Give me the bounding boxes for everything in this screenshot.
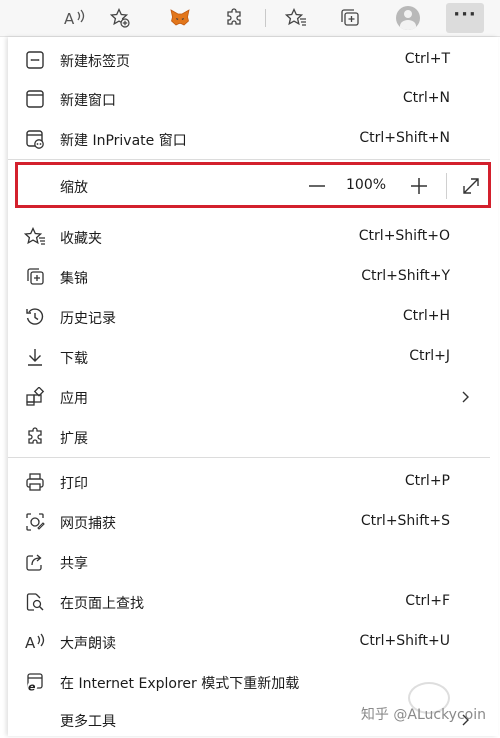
menu-item-history[interactable]: 历史记录 Ctrl+H [8, 299, 490, 335]
menu-item-share[interactable]: 共享 [8, 544, 490, 580]
settings-menu: 新建标签页 Ctrl+T 新建窗口 Ctrl+N 新建 InPrivate 窗口… [8, 37, 498, 736]
menu-label: 收藏夹 [60, 231, 102, 247]
zoom-value: 100% [346, 177, 387, 193]
collections-icon [24, 267, 46, 287]
svg-text:A: A [64, 10, 75, 28]
menu-label: 应用 [60, 391, 88, 407]
menu-label: 新建 InPrivate 窗口 [60, 133, 187, 149]
collections-icon[interactable] [334, 3, 366, 33]
menu-label: 新建窗口 [60, 93, 116, 109]
find-on-page-icon [24, 592, 46, 612]
ie-mode-icon: e [24, 672, 46, 692]
read-aloud-icon[interactable]: A [58, 3, 90, 33]
favorites-icon [24, 227, 46, 247]
inprivate-window-icon [24, 129, 46, 149]
menu-shortcut: Ctrl+J [409, 348, 450, 364]
history-icon [24, 307, 46, 327]
menu-label: 历史记录 [60, 311, 116, 327]
avatar [396, 6, 420, 30]
menu-item-collections[interactable]: 集锦 Ctrl+Shift+Y [8, 259, 490, 295]
watermark-text: 知乎 @ALuckycoin [360, 707, 486, 723]
more-dots-icon: ··· [453, 4, 477, 25]
menu-label: 在 Internet Explorer 模式下重新加载 [60, 676, 300, 692]
menu-label: 下载 [60, 351, 88, 367]
chevron-right-icon [458, 387, 474, 407]
favorites-icon[interactable] [280, 3, 312, 33]
plus-icon [411, 178, 427, 194]
menu-label: 打印 [60, 476, 88, 492]
menu-item-apps[interactable]: 应用 [8, 379, 490, 415]
fullscreen-button[interactable] [458, 174, 484, 198]
menu-item-web-capture[interactable]: 网页捕获 Ctrl+Shift+S [8, 504, 490, 540]
zoom-row-highlight: 缩放 100% [15, 162, 491, 208]
browser-toolbar: A ··· [0, 0, 500, 37]
menu-shortcut: Ctrl+Shift+Y [361, 268, 450, 284]
menu-divider [8, 457, 490, 458]
menu-label: 新建标签页 [60, 54, 130, 70]
menu-shortcut: Ctrl+Shift+U [359, 633, 450, 649]
menu-label: 更多工具 [60, 714, 116, 730]
menu-item-new-window[interactable]: 新建窗口 Ctrl+N [8, 81, 490, 117]
menu-shortcut: Ctrl+N [402, 90, 450, 106]
toolbar-divider [265, 9, 266, 27]
menu-label: 共享 [60, 556, 88, 572]
extensions-icon [24, 427, 46, 447]
apps-icon [24, 387, 46, 407]
menu-item-new-inprivate-window[interactable]: 新建 InPrivate 窗口 Ctrl+Shift+N [8, 121, 490, 157]
menu-label: 大声朗读 [60, 636, 116, 652]
read-aloud-icon: A [24, 632, 46, 652]
menu-item-print[interactable]: 打印 Ctrl+P [8, 464, 490, 500]
share-icon [24, 552, 46, 572]
menu-item-extensions[interactable]: 扩展 [8, 419, 490, 455]
print-icon [24, 472, 46, 492]
new-tab-icon [24, 50, 46, 70]
menu-item-read-aloud[interactable]: A 大声朗读 Ctrl+Shift+U [8, 624, 490, 660]
menu-label: 在页面上查找 [60, 596, 144, 612]
menu-shortcut: Ctrl+T [404, 51, 450, 67]
zoom-in-button[interactable] [406, 174, 432, 198]
menu-item-new-tab[interactable]: 新建标签页 Ctrl+T [8, 42, 490, 78]
menu-label: 集锦 [60, 271, 88, 287]
svg-text:e: e [28, 681, 36, 693]
menu-item-favorites[interactable]: 收藏夹 Ctrl+Shift+O [8, 219, 490, 255]
download-icon [24, 347, 46, 367]
extensions-icon[interactable] [219, 3, 251, 33]
more-menu-button[interactable]: ··· [446, 3, 484, 33]
web-capture-icon [24, 512, 46, 532]
menu-item-downloads[interactable]: 下载 Ctrl+J [8, 339, 490, 375]
minus-icon [309, 185, 325, 187]
zoom-out-button[interactable] [304, 174, 330, 198]
menu-label: 扩展 [60, 431, 88, 447]
profile-avatar[interactable] [392, 3, 424, 33]
fullscreen-icon [463, 178, 479, 194]
menu-shortcut: Ctrl+Shift+O [358, 228, 450, 244]
add-favorite-icon[interactable] [104, 3, 136, 33]
zoom-divider [446, 173, 447, 199]
menu-shortcut: Ctrl+Shift+S [360, 513, 450, 529]
menu-shortcut: Ctrl+F [405, 593, 450, 609]
menu-item-find-on-page[interactable]: 在页面上查找 Ctrl+F [8, 584, 490, 620]
menu-shortcut: Ctrl+P [404, 473, 450, 489]
menu-label: 网页捕获 [60, 516, 116, 532]
svg-text:A: A [25, 634, 36, 652]
zoom-label: 缩放 [60, 180, 88, 196]
new-window-icon [24, 89, 46, 109]
metamask-icon[interactable] [164, 3, 196, 33]
menu-divider [8, 159, 490, 160]
menu-shortcut: Ctrl+Shift+N [359, 130, 450, 146]
menu-shortcut: Ctrl+H [402, 308, 450, 324]
